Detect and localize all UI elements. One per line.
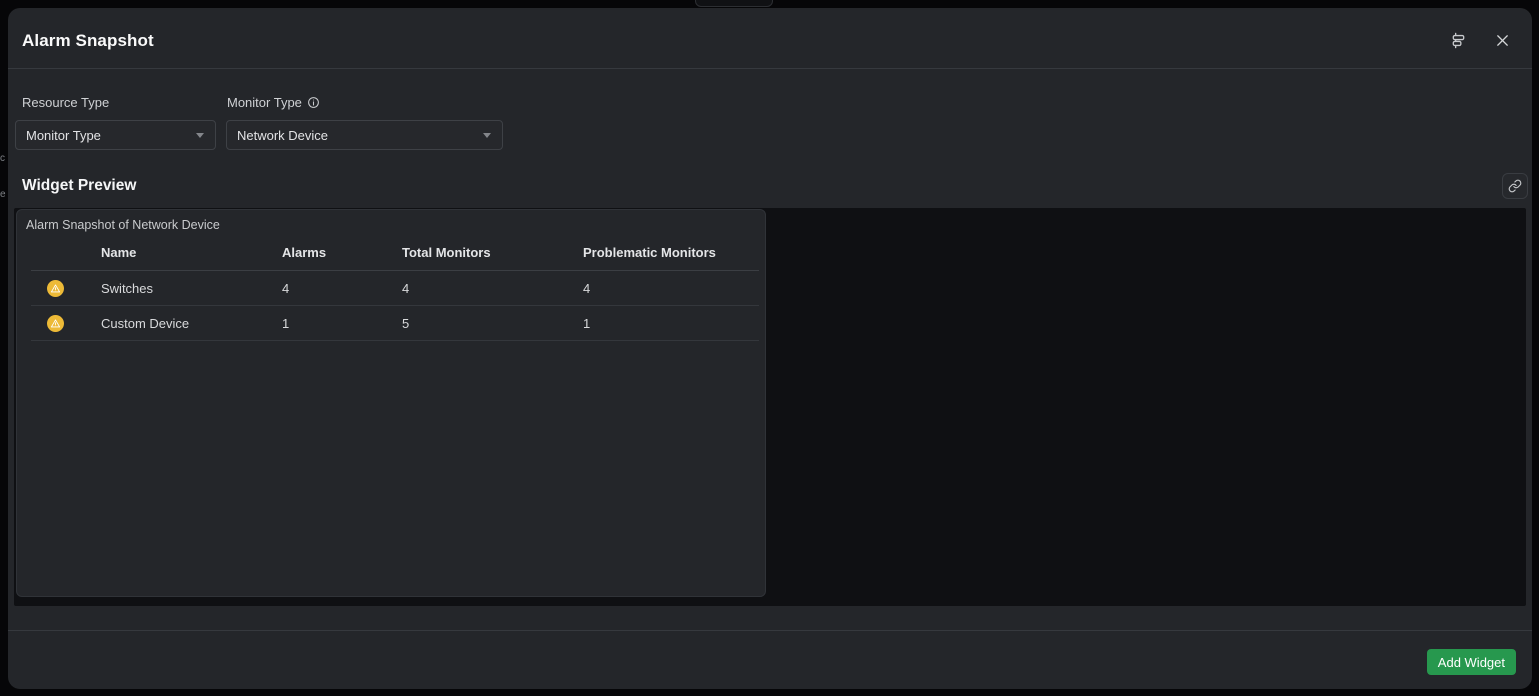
cell-name: Custom Device <box>101 316 282 331</box>
header-name: Name <box>101 245 282 260</box>
header-alarms: Alarms <box>282 245 402 260</box>
cell-problematic-monitors: 4 <box>583 281 759 296</box>
header-problematic-monitors: Problematic Monitors <box>583 245 759 260</box>
footer-divider <box>8 630 1532 631</box>
table-row[interactable]: Custom Device 1 5 1 <box>31 306 759 341</box>
cell-alarms: 1 <box>282 316 402 331</box>
alarm-snapshot-modal: Alarm Snapshot Resource Type Monito <box>8 8 1532 689</box>
alarm-snapshot-widget: Alarm Snapshot of Network Device Name Al… <box>16 209 766 597</box>
table-header-row: Name Alarms Total Monitors Problematic M… <box>31 234 759 271</box>
cell-alarms: 4 <box>282 281 402 296</box>
widget-preview-heading: Widget Preview <box>22 177 136 195</box>
cell-total-monitors: 5 <box>402 316 583 331</box>
background-page-fragment <box>695 0 773 7</box>
align-icon <box>1450 32 1467 49</box>
resource-type-select[interactable]: Monitor Type <box>15 120 216 150</box>
header-total-monitors: Total Monitors <box>402 245 583 260</box>
status-cell <box>31 280 101 297</box>
close-button[interactable] <box>1490 28 1514 52</box>
widget-title: Alarm Snapshot of Network Device <box>17 210 765 234</box>
status-cell <box>31 315 101 332</box>
preview-canvas: Alarm Snapshot of Network Device Name Al… <box>14 208 1526 606</box>
cell-name: Switches <box>101 281 282 296</box>
warning-icon <box>47 280 64 297</box>
warning-icon <box>47 315 64 332</box>
monitor-type-select[interactable]: Network Device <box>226 120 503 150</box>
modal-header: Alarm Snapshot <box>8 8 1532 69</box>
monitor-type-value: Network Device <box>237 128 328 143</box>
table-row[interactable]: Switches 4 4 4 <box>31 271 759 306</box>
cell-total-monitors: 4 <box>402 281 583 296</box>
modal-title: Alarm Snapshot <box>22 31 154 51</box>
align-widget-button[interactable] <box>1446 28 1470 52</box>
background-text-fragment: c <box>0 153 5 164</box>
resource-type-label: Resource Type <box>22 95 109 110</box>
add-widget-button[interactable]: Add Widget <box>1427 649 1516 675</box>
cell-problematic-monitors: 1 <box>583 316 759 331</box>
monitor-type-label: Monitor Type <box>227 95 320 110</box>
info-icon <box>307 96 320 109</box>
chevron-down-icon <box>482 131 492 139</box>
close-icon <box>1495 33 1510 48</box>
background-text-fragment: e <box>0 189 6 200</box>
chevron-down-icon <box>195 131 205 139</box>
copy-link-button[interactable] <box>1502 173 1528 199</box>
resource-type-value: Monitor Type <box>26 128 101 143</box>
link-icon <box>1508 179 1522 193</box>
